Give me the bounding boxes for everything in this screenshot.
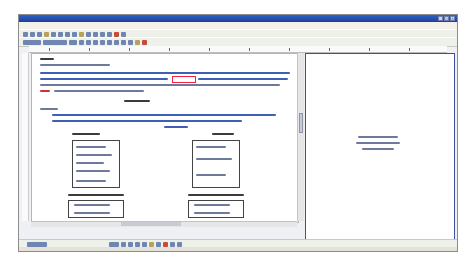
zoom-icon[interactable] [121,31,126,37]
table-row [74,212,110,214]
align-right-icon[interactable] [114,39,119,45]
undo-icon[interactable] [86,31,91,37]
close-button[interactable]: × [450,16,455,21]
highlight-icon[interactable] [135,39,140,45]
preview-text-line [358,136,398,138]
preview-pane [305,53,455,241]
ruler-tick [289,48,290,51]
font-color-icon[interactable] [177,241,182,247]
hyperlink-icon[interactable] [100,31,105,37]
ruler-tick [49,48,50,51]
table-row [74,204,110,206]
text-line [40,84,280,86]
text-line [40,108,58,110]
vertical-ruler[interactable] [22,53,29,221]
cut-icon[interactable] [65,31,70,37]
horizontal-scrollbar[interactable] [31,221,297,227]
spelling-icon[interactable] [58,31,63,37]
title-bar: _ □ × [19,15,457,22]
section-title-line [124,100,150,102]
autoshapes-icon[interactable] [109,241,119,247]
preview-text-line [362,148,394,150]
scrollbar-thumb[interactable] [299,113,303,133]
table-header-line [72,133,100,135]
ruler-tick [409,48,410,51]
text-line [40,72,290,74]
wordart-icon[interactable] [156,241,161,247]
table-row [194,212,230,214]
text-line [52,114,276,116]
align-center-icon[interactable] [107,39,112,45]
align-left-icon[interactable] [100,39,105,45]
underline-icon[interactable] [93,39,98,45]
text-line [40,64,110,66]
redo-icon[interactable] [93,31,98,37]
style-dropdown-icon[interactable] [23,39,41,45]
text-line [54,90,144,92]
font-color-icon[interactable] [142,39,147,45]
line-icon[interactable] [121,241,126,247]
new-document-icon[interactable] [23,31,28,37]
open-folder-icon[interactable] [30,31,35,37]
bold-icon[interactable] [79,39,84,45]
table-row [76,162,104,164]
ruler-tick [89,48,90,51]
summary-table-right [188,200,244,218]
print-preview-icon[interactable] [51,31,56,37]
text-line [198,78,288,80]
application-window: _ □ × [18,14,458,252]
save-icon[interactable] [37,31,42,37]
oval-icon[interactable] [142,241,147,247]
table-row [68,194,124,196]
table-row [188,194,244,196]
summary-table-left [68,200,124,218]
table-row [196,174,226,176]
table-row [76,180,106,182]
table-row [194,204,230,206]
table-header-line [212,133,234,135]
ruler-tick [369,48,370,51]
ruler-tick [249,48,250,51]
table-icon[interactable] [107,31,112,37]
preview-text-line [356,142,400,144]
table-row [196,146,226,148]
paste-icon[interactable] [79,31,84,37]
maximize-button[interactable]: □ [444,16,449,21]
ruler-tick [209,48,210,51]
table-row [76,170,110,172]
text-line [164,126,188,128]
textbox-icon[interactable] [149,241,154,247]
ruler-tick [329,48,330,51]
ruler-tick [129,48,130,51]
table-row [76,154,112,156]
scrollbar-thumb[interactable] [121,222,181,226]
print-icon[interactable] [44,31,49,37]
arrow-icon[interactable] [128,241,133,247]
italic-icon[interactable] [86,39,91,45]
vertical-scrollbar[interactable] [297,53,304,221]
text-line [40,90,50,92]
drawing-icon[interactable] [114,31,119,37]
line-color-icon[interactable] [170,241,175,247]
draw-menu-icon[interactable] [27,241,47,247]
numbering-icon[interactable] [121,39,126,45]
document-page[interactable] [31,53,299,223]
status-bar [19,247,457,251]
fill-color-icon[interactable] [163,241,168,247]
text-line [52,120,242,122]
table-row [76,146,106,148]
highlighted-text [172,76,196,83]
horizontal-ruler[interactable] [29,46,447,53]
copy-icon[interactable] [72,31,77,37]
minimize-button[interactable]: _ [438,16,443,21]
font-dropdown-icon[interactable] [43,39,67,45]
menu-bar [19,22,457,29]
bullets-icon[interactable] [128,39,133,45]
table-row [196,158,232,160]
font-size-dropdown-icon[interactable] [69,39,77,45]
text-line [40,78,168,80]
rectangle-icon[interactable] [135,241,140,247]
ruler-tick [169,48,170,51]
heading-text [40,58,54,60]
